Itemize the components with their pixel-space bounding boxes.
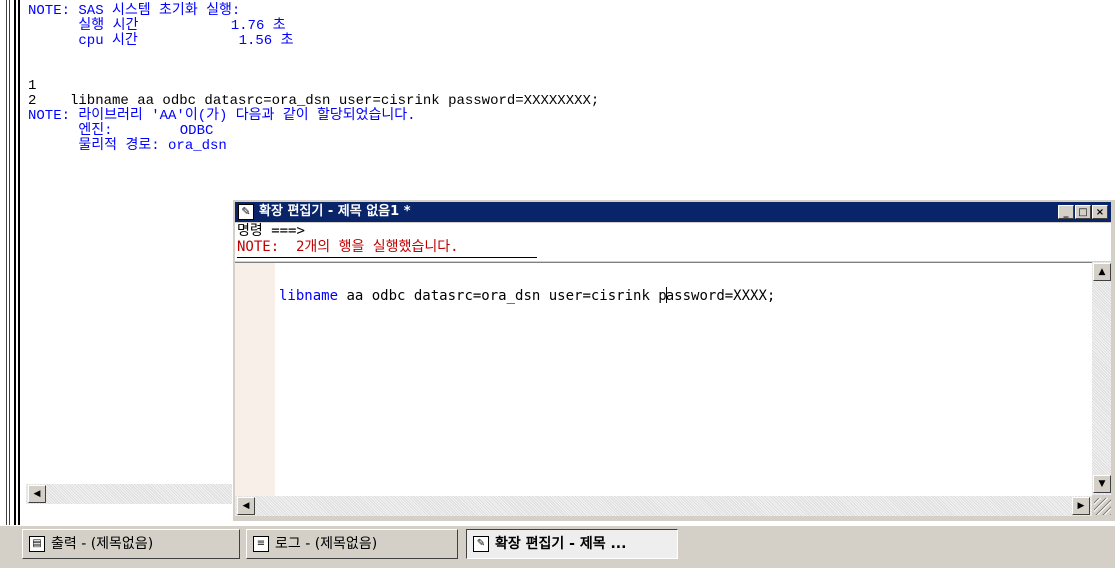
editor-vertical-scrollbar[interactable]: ▲ ▼ bbox=[1092, 262, 1111, 495]
log-line: NOTE: SAS 시스템 초기화 실행: bbox=[28, 3, 241, 19]
command-panel: 명령 ===> NOTE: 2개의 행을 실행했습니다. bbox=[235, 223, 1111, 261]
editor-icon: ✎ bbox=[473, 536, 489, 552]
log-text: NOTE: SAS 시스템 초기화 실행: 실행 시간 1.76 초 cpu 시… bbox=[28, 4, 599, 154]
scroll-up-icon[interactable]: ▲ bbox=[1093, 263, 1111, 281]
line-gutter bbox=[235, 263, 275, 496]
log-line: cpu 시간 1.56 초 bbox=[28, 33, 294, 49]
command-prompt[interactable]: 명령 ===> bbox=[237, 224, 305, 238]
note-underline bbox=[237, 257, 537, 258]
log-icon: ≡ bbox=[253, 536, 269, 552]
log-line: 물리적 경로: ora_dsn bbox=[28, 138, 227, 154]
log-line: 엔진: ODBC bbox=[28, 123, 214, 139]
editor-title: 확장 편집기 - 제목 없음1 * bbox=[259, 204, 411, 219]
code-text-after-caret: assword=XXXX; bbox=[665, 288, 776, 304]
tab-output[interactable]: ▤ 출력 - (제목없음) bbox=[22, 529, 240, 559]
close-button[interactable]: × bbox=[1092, 205, 1108, 219]
log-line: 1 bbox=[28, 78, 37, 94]
scroll-down-icon[interactable]: ▼ bbox=[1093, 475, 1111, 493]
editor-window[interactable]: ✎ 확장 편집기 - 제목 없음1 * _ □ × 명령 ===> NOTE: … bbox=[232, 199, 1115, 521]
resize-grip[interactable] bbox=[1094, 498, 1111, 515]
tab-label: 로그 - (제목없음) bbox=[275, 536, 378, 552]
tab-label: 확장 편집기 - 제목 ... bbox=[495, 536, 627, 552]
minimize-button[interactable]: _ bbox=[1058, 205, 1074, 219]
editor-titlebar[interactable]: ✎ 확장 편집기 - 제목 없음1 * _ □ × bbox=[235, 202, 1111, 222]
log-line: 실행 시간 1.76 초 bbox=[28, 18, 286, 34]
tab-label: 출력 - (제목없음) bbox=[51, 536, 154, 552]
scroll-right-icon[interactable]: ▶ bbox=[1072, 497, 1090, 515]
frame-separator bbox=[14, 0, 16, 525]
log-horizontal-scrollbar[interactable]: ◀ bbox=[26, 484, 238, 504]
scroll-left-icon[interactable]: ◀ bbox=[237, 497, 255, 515]
code-keyword: libname bbox=[279, 288, 339, 304]
window-frame-left bbox=[0, 0, 10, 525]
tab-log[interactable]: ≡ 로그 - (제목없음) bbox=[246, 529, 458, 559]
window-taskbar: ▤ 출력 - (제목없음) ≡ 로그 - (제목없음) ✎ 확장 편집기 - 제… bbox=[0, 525, 1115, 568]
editor-app-icon[interactable]: ✎ bbox=[238, 204, 254, 220]
maximize-button[interactable]: □ bbox=[1075, 205, 1091, 219]
code-line[interactable]: libname aa odbc datasrc=ora_dsn user=cis… bbox=[279, 287, 775, 304]
frame-separator bbox=[18, 0, 20, 525]
code-text-before-caret: aa odbc datasrc=ora_dsn user=cisrink p bbox=[338, 288, 667, 304]
log-line: 2 libname aa odbc datasrc=ora_dsn user=c… bbox=[28, 93, 600, 109]
execution-note: NOTE: 2개의 행을 실행했습니다. bbox=[237, 239, 459, 255]
scroll-left-icon[interactable]: ◀ bbox=[28, 485, 46, 503]
editor-horizontal-scrollbar[interactable]: ◀ ▶ bbox=[235, 496, 1092, 516]
code-editor-pane[interactable]: libname aa odbc datasrc=ora_dsn user=cis… bbox=[235, 262, 1092, 496]
output-icon: ▤ bbox=[29, 536, 45, 552]
log-line: NOTE: 라이브러리 'AA'이(가) 다음과 같이 할당되었습니다. bbox=[28, 108, 416, 124]
tab-enhanced-editor[interactable]: ✎ 확장 편집기 - 제목 ... bbox=[466, 529, 678, 559]
